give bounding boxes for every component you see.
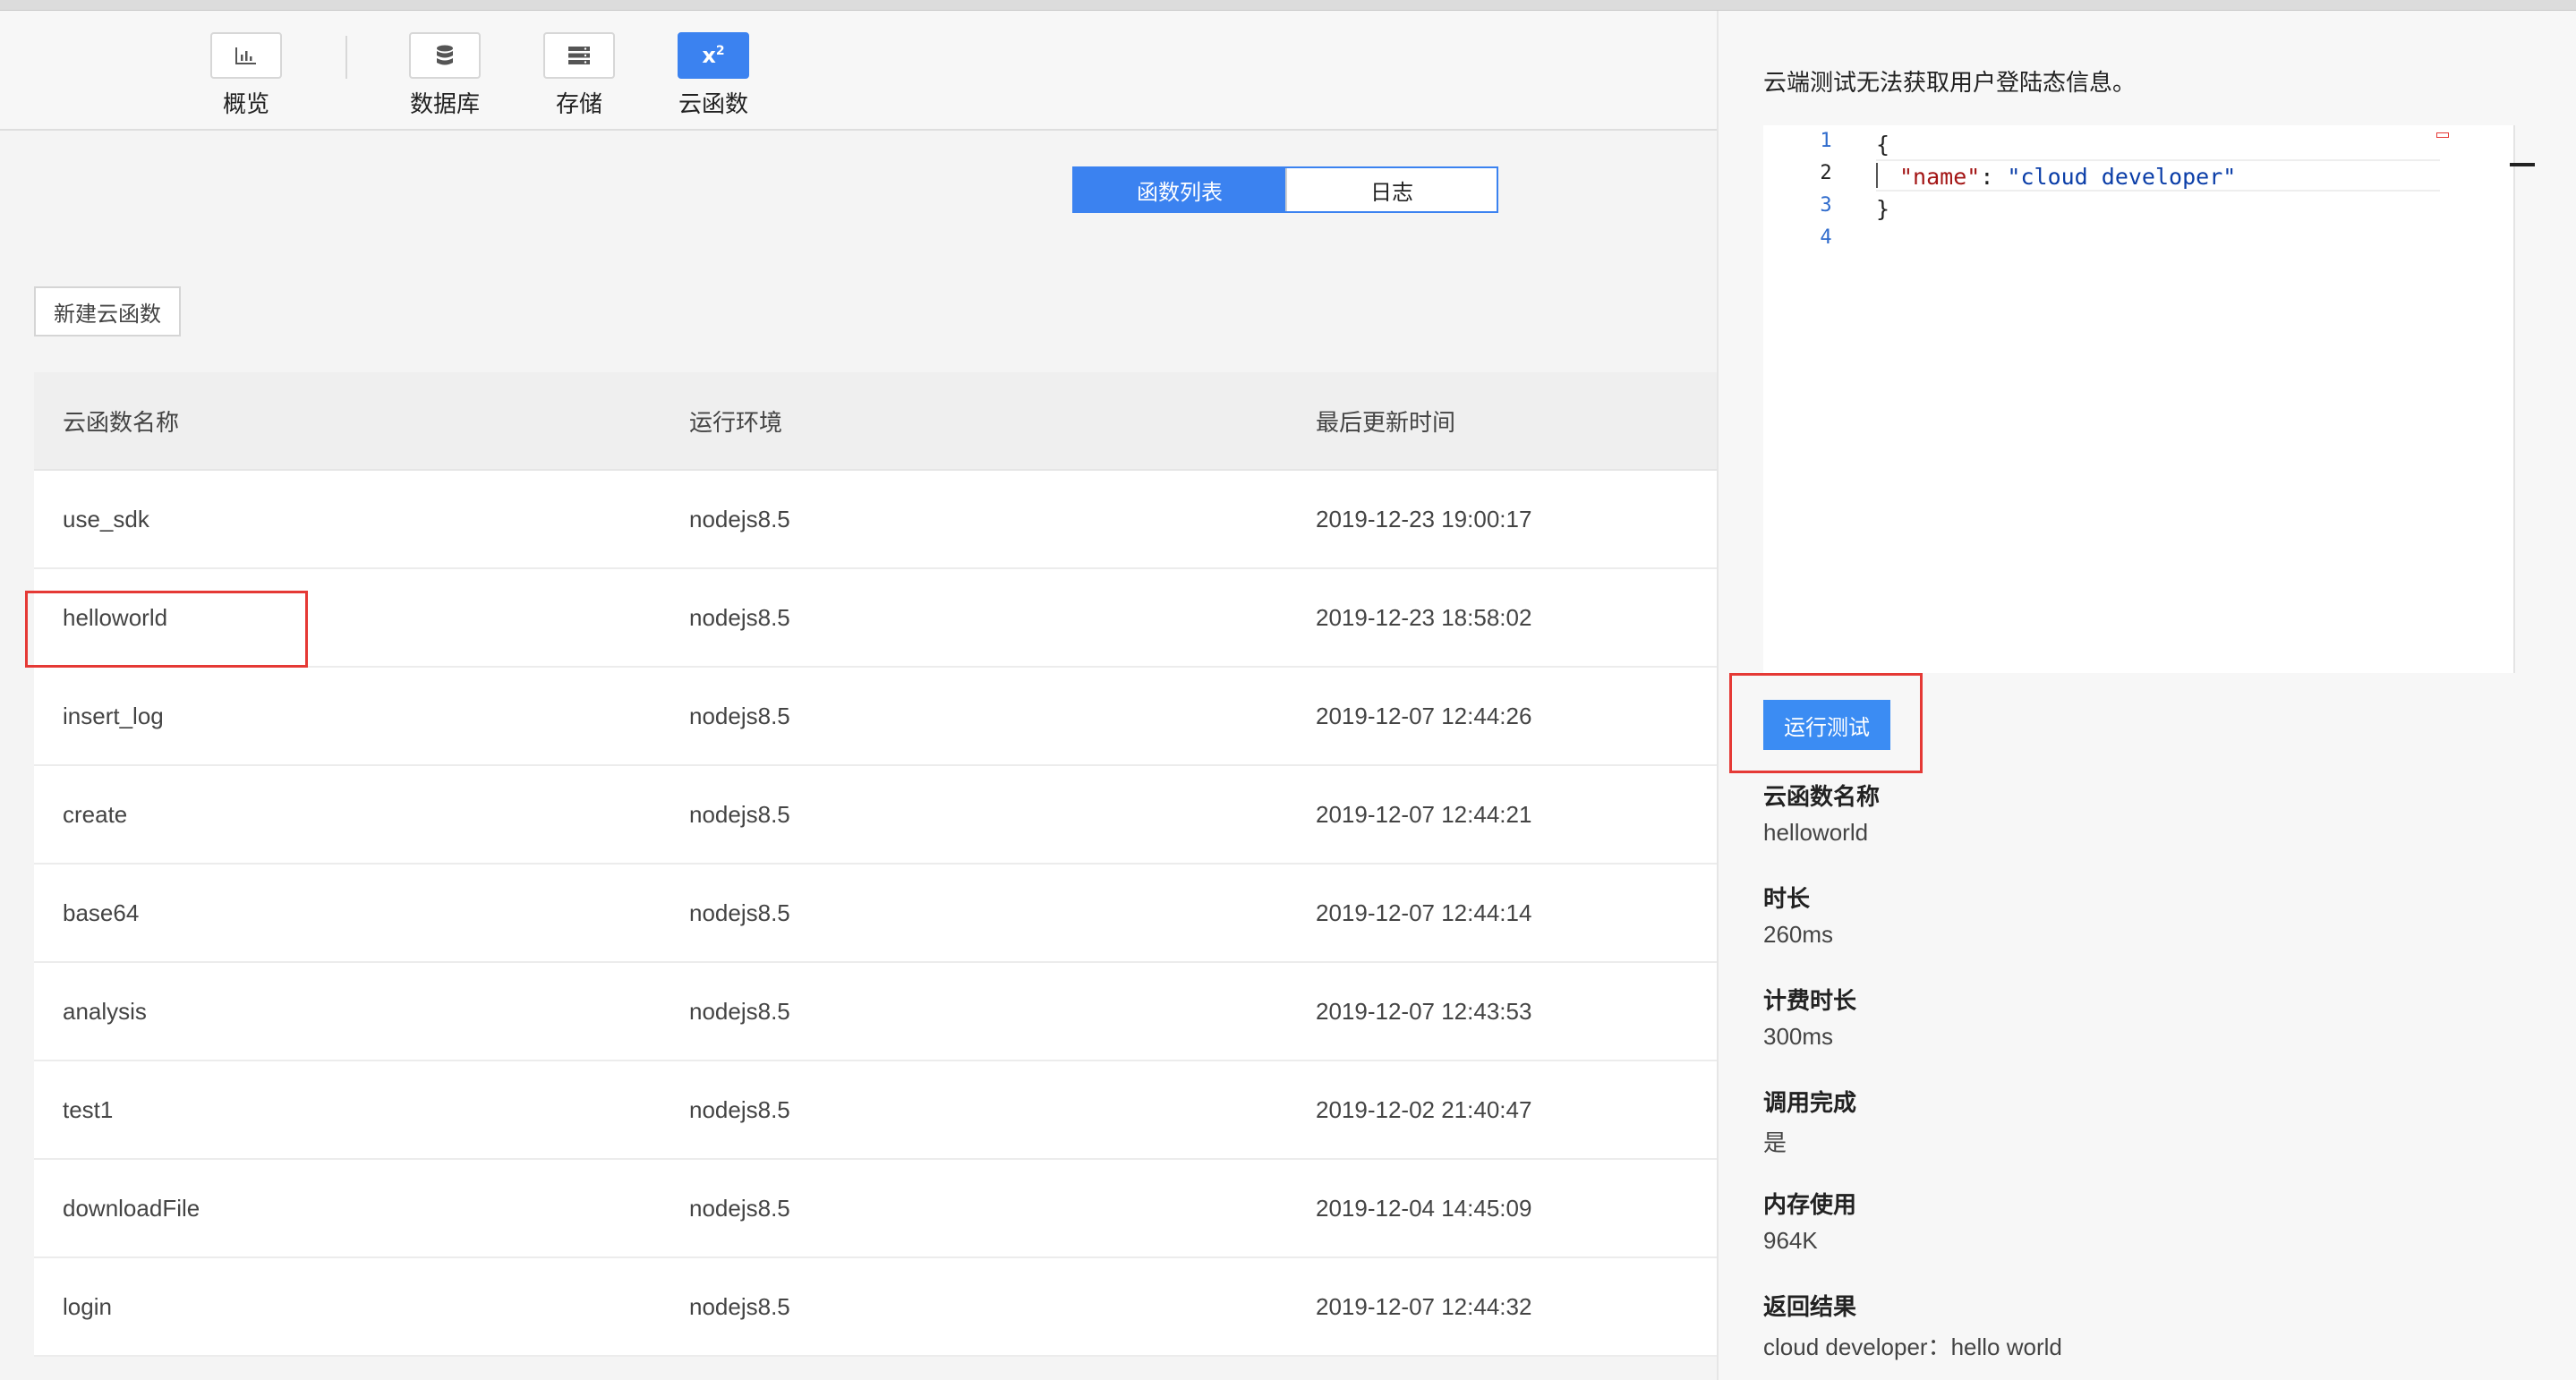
header-name: 云函数名称 bbox=[63, 408, 180, 436]
table-row[interactable]: insert_log nodejs8.5 2019-12-07 12:44:26 bbox=[34, 668, 1717, 766]
cell-updated: 2019-12-07 12:44:32 bbox=[1316, 1292, 1532, 1320]
table-row[interactable]: downloadFile nodejs8.5 2019-12-04 14:45:… bbox=[34, 1160, 1717, 1258]
cell-name[interactable]: login bbox=[34, 1293, 661, 1321]
toolbar-overview[interactable]: 概览 bbox=[197, 32, 295, 119]
result-invocation-complete: 调用完成 是 bbox=[1763, 1085, 1856, 1158]
cell-updated: 2019-12-23 19:00:17 bbox=[1316, 505, 1532, 532]
table-row[interactable]: create nodejs8.5 2019-12-07 12:44:21 bbox=[34, 766, 1717, 865]
database-icon bbox=[409, 32, 481, 79]
chart-icon bbox=[210, 32, 282, 79]
cell-runtime: nodejs8.5 bbox=[689, 1095, 790, 1123]
view-tabs: 函数列表 日志 bbox=[1072, 166, 1498, 213]
table-row[interactable]: login nodejs8.5 2019-12-07 12:44:32 bbox=[34, 1258, 1717, 1357]
result-return-value: 返回结果 cloud developer：hello world bbox=[1763, 1289, 2062, 1362]
cell-runtime: nodejs8.5 bbox=[689, 603, 790, 631]
table-header: 云函数名称 运行环境 最后更新时间 bbox=[34, 372, 1717, 471]
toolbar-divider bbox=[345, 36, 347, 79]
result-value: 964K bbox=[1763, 1227, 1818, 1254]
scrollbar-thumb[interactable] bbox=[2510, 163, 2535, 166]
helloworld-highlight-box bbox=[25, 591, 308, 668]
minimap-marker bbox=[2436, 132, 2449, 138]
functions-main-panel: 概览 数据库 存储 x2 云函数 函数列表 日志 新建云函数 云函数名称 运行环… bbox=[0, 11, 1717, 1380]
result-billed-duration: 计费时长 300ms bbox=[1763, 983, 1856, 1051]
toolbar-cloud-function-label: 云函数 bbox=[678, 90, 748, 117]
cell-runtime: nodejs8.5 bbox=[689, 1194, 790, 1222]
cell-name[interactable]: insert_log bbox=[34, 703, 661, 730]
line-number: 2 bbox=[1820, 162, 1832, 184]
line-number: 4 bbox=[1820, 226, 1832, 249]
cell-updated: 2019-12-07 12:44:14 bbox=[1316, 899, 1532, 926]
table-row[interactable]: test1 nodejs8.5 2019-12-02 21:40:47 bbox=[34, 1061, 1717, 1160]
cell-updated: 2019-12-04 14:45:09 bbox=[1316, 1194, 1532, 1222]
json-key: "name" bbox=[1899, 164, 1981, 190]
cell-updated: 2019-12-02 21:40:47 bbox=[1316, 1095, 1532, 1123]
top-toolbar: 概览 数据库 存储 x2 云函数 bbox=[0, 11, 1717, 131]
header-runtime: 运行环境 bbox=[689, 408, 783, 436]
result-title: 调用完成 bbox=[1763, 1089, 1857, 1116]
editor-scrollbar[interactable] bbox=[2513, 125, 2515, 673]
cell-runtime: nodejs8.5 bbox=[689, 505, 790, 532]
code-line-2: "name": "cloud developer" bbox=[1899, 161, 2236, 193]
result-value: 是 bbox=[1763, 1129, 1787, 1156]
result-duration: 时长 260ms bbox=[1763, 881, 1833, 949]
storage-icon bbox=[543, 32, 615, 79]
cell-name[interactable]: downloadFile bbox=[34, 1195, 661, 1222]
test-panel: 云端测试无法获取用户登陆态信息。 1 2 3 4 { "name": "clou… bbox=[1717, 11, 2576, 1380]
toolbar-database-label: 数据库 bbox=[409, 90, 480, 117]
tab-log[interactable]: 日志 bbox=[1285, 168, 1497, 211]
toolbar-cloud-function[interactable]: x2 云函数 bbox=[664, 32, 763, 119]
table-row[interactable]: analysis nodejs8.5 2019-12-07 12:43:53 bbox=[34, 963, 1717, 1061]
test-notice: 云端测试无法获取用户登陆态信息。 bbox=[1763, 69, 2137, 96]
cell-name[interactable]: test1 bbox=[34, 1096, 661, 1124]
test-params-editor[interactable]: 1 2 3 4 { "name": "cloud developer" } bbox=[1763, 125, 2513, 673]
new-function-button[interactable]: 新建云函数 bbox=[34, 286, 181, 336]
run-test-button[interactable]: 运行测试 bbox=[1763, 700, 1890, 750]
code-area[interactable]: { "name": "cloud developer" } bbox=[1876, 125, 2513, 673]
header-updated: 最后更新时间 bbox=[1316, 408, 1456, 436]
json-value: "cloud developer" bbox=[2007, 164, 2237, 190]
code-line-1: { bbox=[1876, 132, 1890, 158]
result-title: 内存使用 bbox=[1763, 1191, 1857, 1218]
toolbar-storage-label: 存储 bbox=[555, 90, 602, 117]
cell-runtime: nodejs8.5 bbox=[689, 702, 790, 729]
result-title: 返回结果 bbox=[1763, 1293, 1857, 1320]
cell-updated: 2019-12-07 12:43:53 bbox=[1316, 997, 1532, 1025]
cell-updated: 2019-12-23 18:58:02 bbox=[1316, 603, 1532, 631]
cell-name[interactable]: use_sdk bbox=[34, 506, 661, 533]
cell-name[interactable]: analysis bbox=[34, 998, 661, 1026]
line-number: 3 bbox=[1820, 194, 1832, 217]
tab-function-list[interactable]: 函数列表 bbox=[1074, 168, 1285, 211]
line-number: 1 bbox=[1820, 130, 1832, 152]
line-gutter: 1 2 3 4 bbox=[1763, 125, 1876, 673]
result-value: helloworld bbox=[1763, 819, 1869, 846]
result-value: 300ms bbox=[1763, 1023, 1834, 1050]
code-line-3: } bbox=[1876, 196, 1890, 222]
cell-runtime: nodejs8.5 bbox=[689, 899, 790, 926]
cell-updated: 2019-12-07 12:44:26 bbox=[1316, 702, 1532, 729]
cell-runtime: nodejs8.5 bbox=[689, 1292, 790, 1320]
cell-updated: 2019-12-07 12:44:21 bbox=[1316, 800, 1532, 828]
cell-runtime: nodejs8.5 bbox=[689, 997, 790, 1025]
cell-runtime: nodejs8.5 bbox=[689, 800, 790, 828]
result-title: 计费时长 bbox=[1763, 987, 1857, 1014]
function-icon: x2 bbox=[678, 32, 749, 79]
table-row[interactable]: use_sdk nodejs8.5 2019-12-23 19:00:17 bbox=[34, 471, 1717, 569]
toolbar-storage[interactable]: 存储 bbox=[530, 32, 628, 119]
table-row[interactable]: base64 nodejs8.5 2019-12-07 12:44:14 bbox=[34, 865, 1717, 963]
json-colon: : bbox=[1980, 164, 2008, 190]
result-value: 260ms bbox=[1763, 921, 1834, 948]
result-title: 时长 bbox=[1763, 885, 1811, 912]
cell-name[interactable]: base64 bbox=[34, 899, 661, 927]
toolbar-database[interactable]: 数据库 bbox=[396, 32, 494, 119]
toolbar-overview-label: 概览 bbox=[222, 90, 269, 117]
result-title: 云函数名称 bbox=[1763, 783, 1881, 810]
function-table: 云函数名称 运行环境 最后更新时间 use_sdk nodejs8.5 2019… bbox=[34, 372, 1717, 1357]
window-titlebar bbox=[0, 0, 2576, 11]
result-memory: 内存使用 964K bbox=[1763, 1187, 1856, 1255]
cell-name[interactable]: create bbox=[34, 801, 661, 829]
text-caret bbox=[1876, 163, 1878, 188]
result-function-name: 云函数名称 helloworld bbox=[1763, 779, 1880, 847]
result-value: cloud developer：hello world bbox=[1763, 1333, 2062, 1360]
